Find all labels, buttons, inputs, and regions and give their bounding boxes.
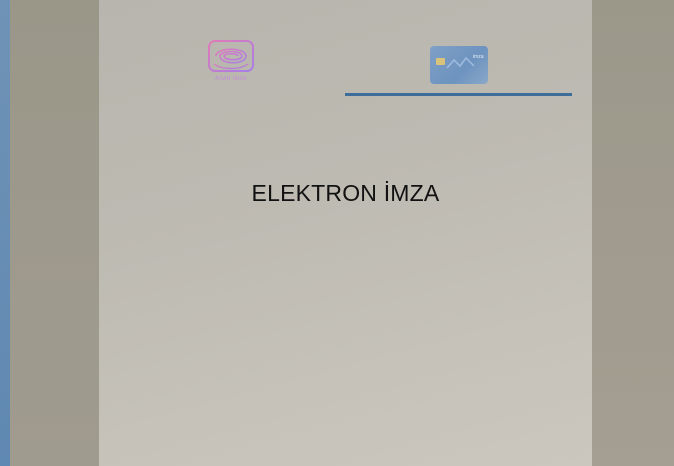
signature-login-panel: ASAN İMZA imza ELEKTRON İMZA [99,0,592,466]
asan-fingerprint-icon: ASAN İMZA [208,40,254,86]
tab-smart-card[interactable]: imza [345,40,572,96]
app-screen: ASAN İMZA imza ELEKTRON İMZA [0,0,674,466]
asan-logo-caption: ASAN İMZA [215,76,247,82]
tab-asan-imza[interactable]: ASAN İMZA [123,40,339,96]
card-label: imza [472,54,484,60]
right-backdrop [592,0,674,466]
card-wave-icon [445,56,475,69]
left-edge-strip [0,0,10,466]
page-title: ELEKTRON İMZA [251,180,440,206]
smart-card-icon: imza [429,46,488,84]
active-tab-indicator [345,93,572,96]
left-backdrop [10,0,99,466]
card-chip-icon [435,58,445,65]
